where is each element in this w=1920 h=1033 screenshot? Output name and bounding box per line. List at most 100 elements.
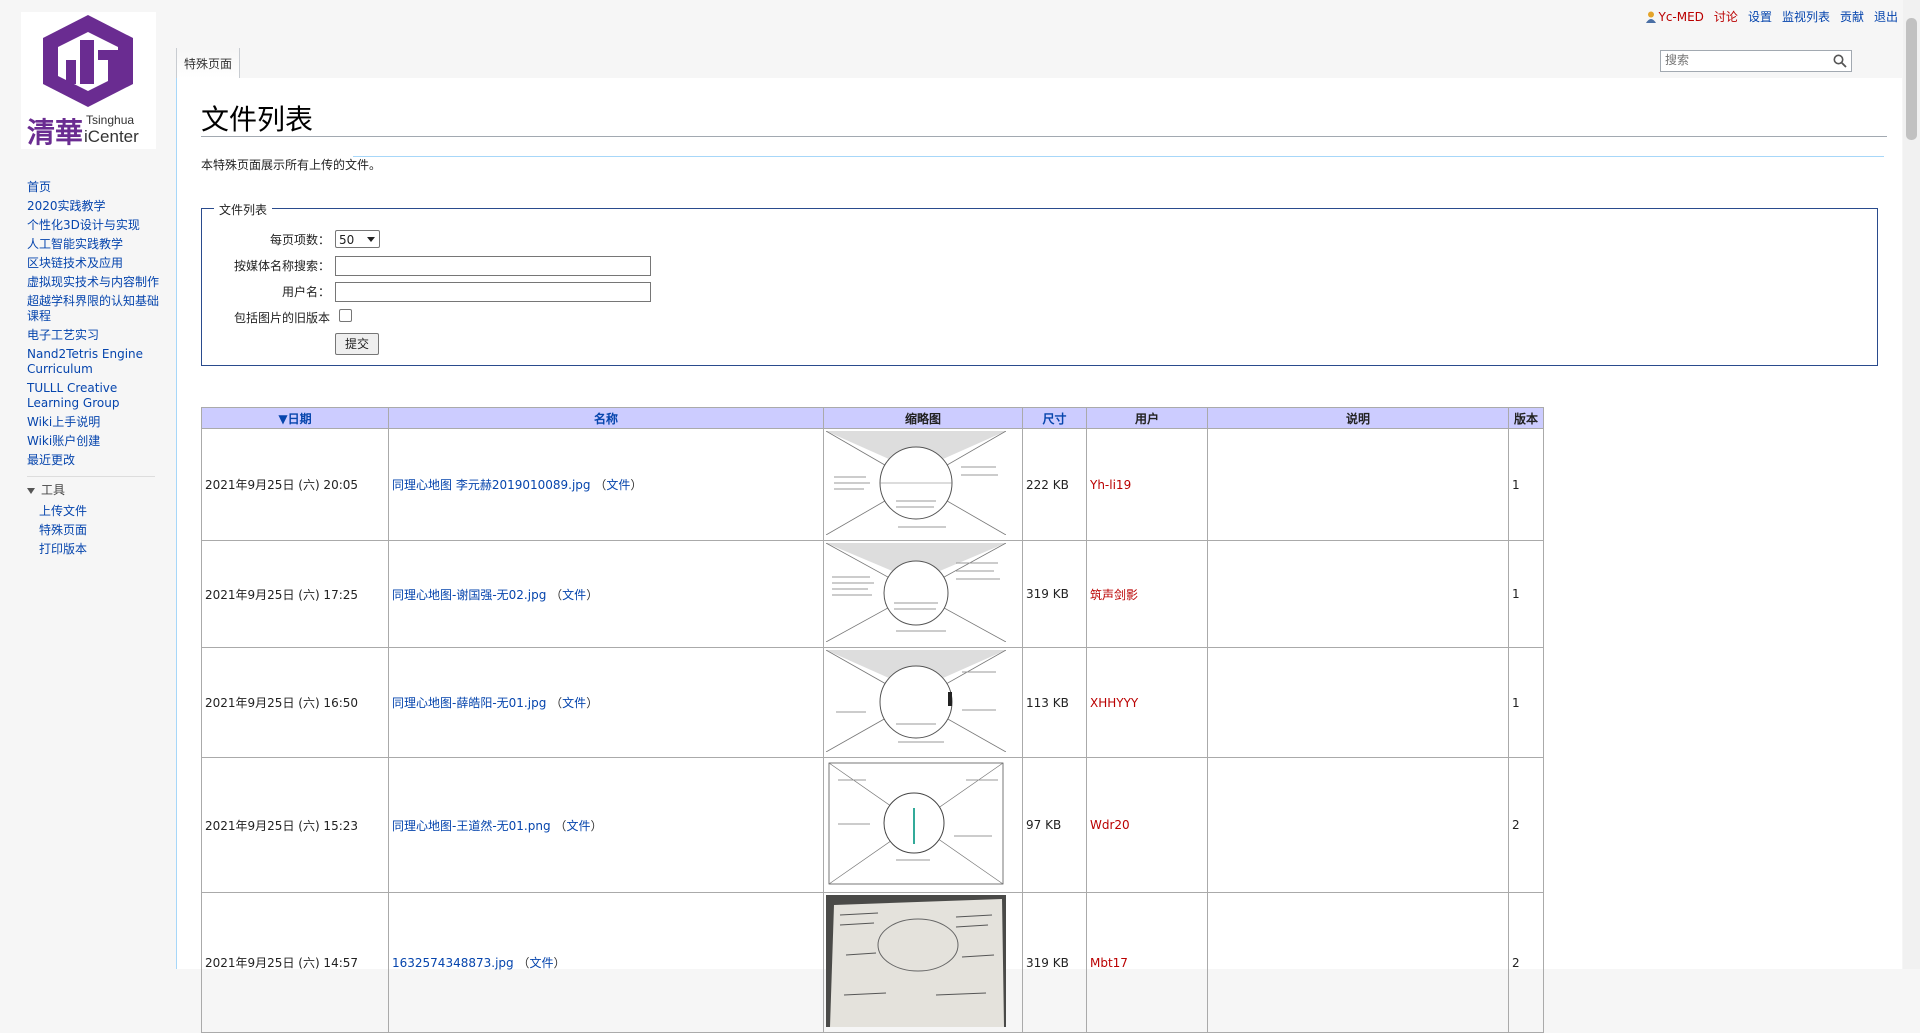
sidebar-item-wiki-guide[interactable]: Wiki上手说明 bbox=[27, 415, 162, 430]
tab-special-page[interactable]: 特殊页面 bbox=[176, 48, 240, 78]
cell-version: 1 bbox=[1508, 647, 1544, 758]
tool-special-pages[interactable]: 特殊页面 bbox=[39, 523, 162, 538]
scrollbar-thumb[interactable] bbox=[1906, 18, 1917, 140]
file-name-link[interactable]: 同理心地图 李元赫2019010089.jpg bbox=[392, 478, 591, 492]
table-row: 2021年9月25日 (六) 16:50 同理心地图-薛皓阳-无01.jpg （… bbox=[201, 647, 1544, 758]
logout-link[interactable]: 退出 bbox=[1874, 8, 1898, 25]
file-list-table: ▼日期 名称 缩略图 尺寸 用户 说明 版本 2021年9月25日 (六) 20… bbox=[201, 407, 1544, 1033]
sidebar-item-tulll[interactable]: TULLL Creative Learning Group bbox=[27, 381, 162, 411]
thumbnail-image[interactable] bbox=[826, 895, 1006, 1027]
user-link[interactable]: Mbt17 bbox=[1090, 956, 1128, 970]
table-row: 2021年9月25日 (六) 20:05 同理心地图 李元赫2019010089… bbox=[201, 428, 1544, 541]
cell-description bbox=[1207, 540, 1509, 648]
old-versions-checkbox[interactable] bbox=[339, 309, 352, 322]
user-link[interactable]: Wdr20 bbox=[1090, 818, 1130, 832]
sidebar-item-3d-design[interactable]: 个性化3D设计与实现 bbox=[27, 218, 162, 233]
sidebar-item-recent-changes[interactable]: 最近更改 bbox=[27, 453, 162, 468]
file-link[interactable]: 文件 bbox=[529, 956, 553, 970]
sidebar-item-nand2tetris[interactable]: Nand2Tetris Engine Curriculum bbox=[27, 347, 162, 377]
cell-version: 2 bbox=[1508, 757, 1544, 893]
sidebar-item-2020-practice[interactable]: 2020实践教学 bbox=[27, 199, 162, 214]
column-header-thumbnail: 缩略图 bbox=[823, 407, 1023, 429]
watchlist-link[interactable]: 监视列表 bbox=[1782, 8, 1830, 25]
cell-date: 2021年9月25日 (六) 16:50 bbox=[201, 647, 389, 758]
cell-size: 319 KB bbox=[1022, 540, 1087, 648]
user-page-link[interactable]: Yc-MED bbox=[1646, 9, 1704, 24]
user-icon bbox=[1646, 11, 1657, 23]
file-link[interactable]: 文件 bbox=[566, 819, 590, 833]
file-name-link[interactable]: 同理心地图-王道然-无01.png bbox=[392, 819, 551, 833]
user-name: Yc-MED bbox=[1658, 9, 1704, 24]
cell-user: Wdr20 bbox=[1086, 757, 1208, 893]
cell-date: 2021年9月25日 (六) 20:05 bbox=[201, 428, 389, 541]
column-header-date[interactable]: ▼日期 bbox=[201, 407, 389, 429]
collapse-triangle-icon bbox=[27, 487, 35, 494]
cell-name: 同理心地图-薛皓阳-无01.jpg （文件） bbox=[388, 647, 824, 758]
thumbnail-image[interactable] bbox=[826, 760, 1006, 887]
column-header-size[interactable]: 尺寸 bbox=[1022, 407, 1087, 429]
table-row: 2021年9月25日 (六) 14:57 1632574348873.jpg （… bbox=[201, 892, 1544, 1033]
search-icon[interactable] bbox=[1833, 54, 1847, 68]
file-name-link[interactable]: 同理心地图-薛皓阳-无01.jpg bbox=[392, 696, 546, 710]
sidebar-item-electronics[interactable]: 电子工艺实习 bbox=[27, 328, 162, 343]
file-link[interactable]: 文件 bbox=[562, 588, 586, 602]
submit-button[interactable]: 提交 bbox=[335, 333, 379, 355]
cell-version: 2 bbox=[1508, 892, 1544, 1033]
user-link[interactable]: XHHYYY bbox=[1090, 696, 1138, 710]
cell-version: 1 bbox=[1508, 428, 1544, 541]
file-name-link[interactable]: 同理心地图-谢国强-无02.jpg bbox=[392, 588, 546, 602]
file-link[interactable]: 文件 bbox=[562, 696, 586, 710]
sidebar-item-blockchain[interactable]: 区块链技术及应用 bbox=[27, 256, 162, 271]
limit-select-value: 50 bbox=[339, 233, 355, 247]
tools-heading[interactable]: 工具 bbox=[27, 483, 162, 498]
file-link[interactable]: 文件 bbox=[606, 478, 630, 492]
sidebar-item-home[interactable]: 首页 bbox=[27, 180, 162, 195]
main-content: 文件列表 本特殊页面展示所有上传的文件。 文件列表 每页项数： 50 按媒体名称… bbox=[176, 78, 1902, 1033]
user-link[interactable]: Yh-li19 bbox=[1090, 478, 1131, 492]
logo-line1: Tsinghua bbox=[86, 113, 134, 127]
media-search-input[interactable] bbox=[335, 256, 651, 276]
tool-upload-file[interactable]: 上传文件 bbox=[39, 504, 162, 519]
column-header-version: 版本 bbox=[1508, 407, 1544, 429]
sidebar-item-account-creation[interactable]: Wiki账户创建 bbox=[27, 434, 162, 449]
username-input[interactable] bbox=[335, 282, 651, 302]
cell-thumbnail bbox=[823, 647, 1023, 758]
sidebar-item-cognition-course[interactable]: 超越学科界限的认知基础课程 bbox=[27, 294, 162, 324]
tools-heading-label: 工具 bbox=[41, 483, 66, 497]
sidebar-item-ai-practice[interactable]: 人工智能实践教学 bbox=[27, 237, 162, 252]
cell-description bbox=[1207, 892, 1509, 1033]
column-header-user: 用户 bbox=[1086, 407, 1208, 429]
column-header-name[interactable]: 名称 bbox=[388, 407, 824, 429]
limit-select[interactable]: 50 bbox=[335, 230, 380, 248]
site-logo[interactable]: 清華 Tsinghua iCenter bbox=[21, 12, 156, 149]
brand-chars: 清華 bbox=[27, 116, 83, 149]
tool-printable-version[interactable]: 打印版本 bbox=[39, 542, 162, 557]
icenter-logo-graphic: 清華 Tsinghua iCenter bbox=[27, 15, 139, 149]
cell-date: 2021年9月25日 (六) 14:57 bbox=[201, 892, 389, 1033]
file-name-link[interactable]: 1632574348873.jpg bbox=[392, 956, 514, 970]
table-header-row: ▼日期 名称 缩略图 尺寸 用户 说明 版本 bbox=[201, 407, 1544, 429]
preferences-link[interactable]: 设置 bbox=[1748, 8, 1772, 25]
search-input[interactable] bbox=[1661, 51, 1829, 69]
user-talk-link[interactable]: 讨论 bbox=[1714, 8, 1738, 25]
username-label: 用户名： bbox=[281, 285, 330, 299]
contributions-link[interactable]: 贡献 bbox=[1840, 8, 1864, 25]
table-row: 2021年9月25日 (六) 17:25 同理心地图-谢国强-无02.jpg （… bbox=[201, 540, 1544, 648]
cell-user: Yh-li19 bbox=[1086, 428, 1208, 541]
cell-size: 319 KB bbox=[1022, 892, 1087, 1033]
old-versions-label: 包括图片的旧版本 bbox=[233, 311, 330, 325]
cell-name: 同理心地图-王道然-无01.png （文件） bbox=[388, 757, 824, 893]
cell-user: 筑声剑影 bbox=[1086, 540, 1208, 648]
media-search-label: 按媒体名称搜索： bbox=[233, 259, 330, 273]
sidebar-item-vr[interactable]: 虚拟现实技术与内容制作 bbox=[27, 275, 162, 290]
vertical-scrollbar[interactable] bbox=[1903, 0, 1920, 969]
cell-size: 113 KB bbox=[1022, 647, 1087, 758]
thumbnail-image[interactable] bbox=[825, 430, 1007, 536]
column-header-description: 说明 bbox=[1207, 407, 1509, 429]
user-link[interactable]: 筑声剑影 bbox=[1090, 588, 1138, 602]
thumbnail-image[interactable] bbox=[825, 649, 1007, 753]
cell-thumbnail bbox=[823, 428, 1023, 541]
cell-description bbox=[1207, 647, 1509, 758]
thumbnail-image[interactable] bbox=[825, 542, 1007, 643]
cell-name: 同理心地图-谢国强-无02.jpg （文件） bbox=[388, 540, 824, 648]
